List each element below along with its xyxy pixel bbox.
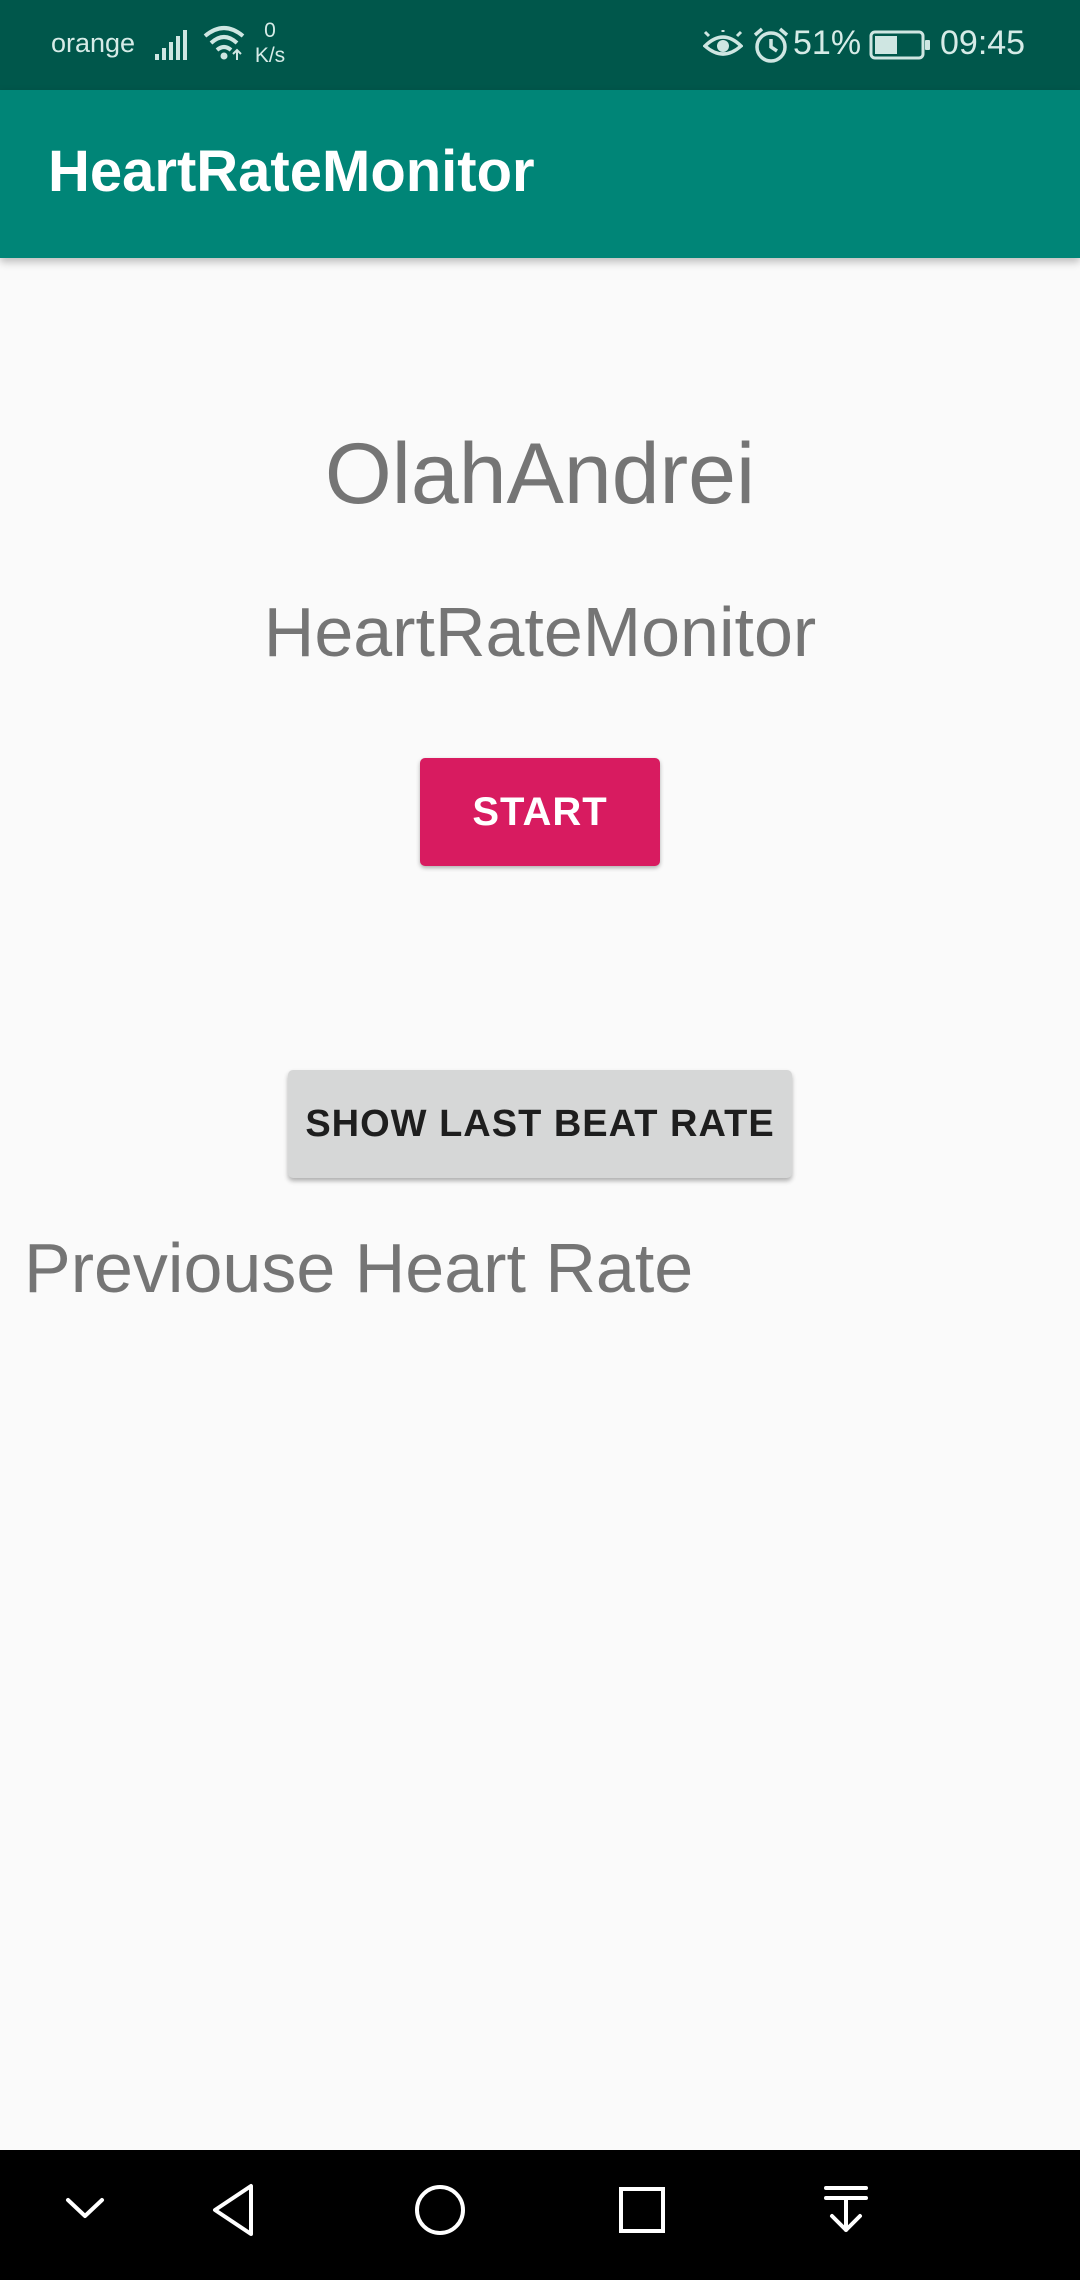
app-toolbar: HeartRateMonitor — [0, 90, 1080, 258]
carrier-name: orange — [51, 28, 136, 58]
network-speed-value: 0 — [264, 19, 276, 42]
back-icon[interactable] — [205, 2180, 265, 2245]
system-navigation-bar — [0, 2150, 1080, 2280]
signal-icon — [155, 30, 189, 65]
home-icon[interactable] — [410, 2180, 470, 2245]
show-last-beat-rate-button[interactable]: SHOW LAST BEAT RATE — [288, 1070, 792, 1178]
status-time: 09:45 — [940, 24, 1026, 62]
network-speed-unit: K/s — [254, 44, 286, 67]
eye-comfort-icon — [702, 28, 744, 65]
notification-pulldown-icon[interactable] — [818, 2180, 874, 2245]
network-speed: 0 K/s — [250, 18, 290, 68]
collapse-icon[interactable] — [58, 2180, 112, 2239]
battery-percentage: 51% — [793, 24, 862, 62]
recents-icon[interactable] — [612, 2180, 672, 2245]
battery-icon — [869, 30, 931, 65]
app-title: HeartRateMonitor — [48, 139, 535, 204]
app-subtitle: HeartRateMonitor — [263, 593, 817, 671]
status-bar: orange 0 K/s 51% 09:45 — [0, 0, 1080, 90]
wifi-icon — [203, 24, 245, 67]
start-button[interactable]: START — [420, 758, 660, 866]
author-name: OlahAndrei — [324, 426, 756, 522]
app-screen: orange 0 K/s 51% 09:45 HeartRateMonitor … — [0, 0, 1080, 2280]
previous-heart-rate-label: Previouse Heart Rate — [24, 1229, 694, 1307]
alarm-icon — [752, 26, 790, 69]
